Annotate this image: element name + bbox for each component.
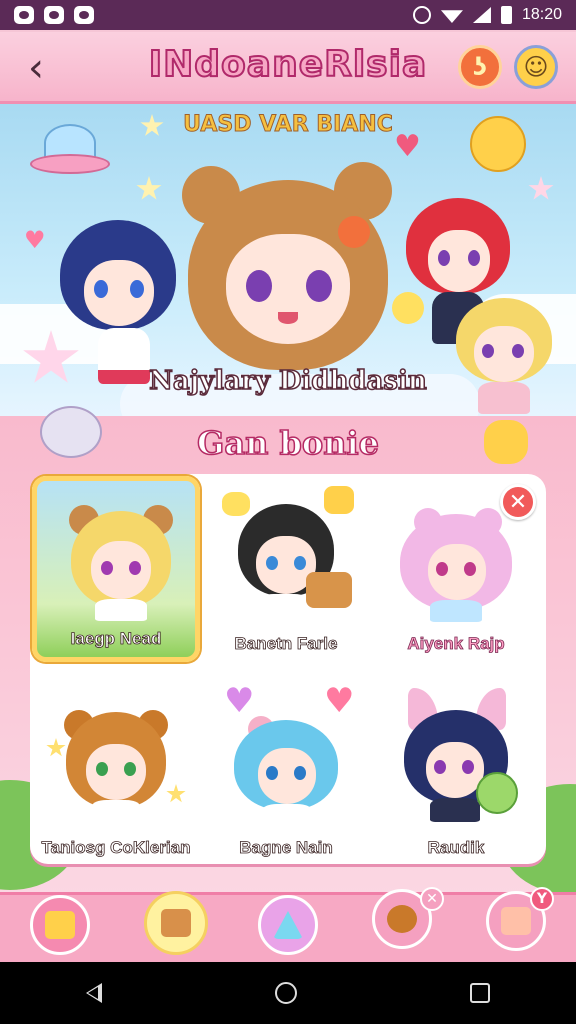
app-header: ‹ INdoaneRlsia ʖ ☺ [0,32,576,104]
status-time: 18:20 [521,6,562,23]
close-icon: ✕ [508,489,528,515]
nav-recents-button[interactable] [469,983,490,1003]
wand-icon [273,911,303,939]
heart-icon: ♥ [24,226,46,254]
featured-character-name: Najylary Didhdasin [148,365,427,397]
basket-icon [306,572,352,608]
close-icon: ✕ [426,891,438,907]
nav-back-button[interactable] [86,983,103,1003]
character-name: Aiyenk Rajp [407,634,505,654]
character-portrait [232,714,340,826]
character-card[interactable]: Raudik [372,680,540,866]
nav-home-button[interactable] [274,982,297,1004]
wifi-icon [440,10,463,23]
character-card[interactable]: Iaegp Nead [32,476,200,662]
character-name: Bagne Nain [239,838,333,858]
character-portrait [67,501,175,621]
featured-character-portrait [178,160,398,370]
heart-icon: ♥ [224,681,255,721]
section-title: Gan bonie [196,423,379,463]
pet-close-button[interactable]: ✕ [420,887,444,911]
message-notification-icon [14,6,34,24]
character-portrait [456,294,556,416]
status-bar: 18:20 [0,0,576,30]
heart-icon: ♥ [394,129,421,164]
character-card[interactable]: Taniosg CoKlerian [32,680,200,866]
game-notification-icon [44,6,64,24]
drink-badge[interactable]: Y [530,887,554,911]
alert-icon: Y [536,891,548,907]
character-name: Iaegp Nead [70,629,162,649]
app-notification-icon [74,6,94,24]
featured-banner[interactable]: UASD VAR BIANC ♥ ♥ Najylary Didhdasin [0,104,576,416]
magic-button[interactable] [258,895,318,955]
character-name: Banetn Farle [234,634,338,654]
character-card[interactable]: Banetn Farle [202,476,370,662]
star-icon [528,176,554,200]
character-name: Taniosg CoKlerian [41,838,191,858]
profile-button[interactable]: ☺ [514,45,558,89]
character-portrait [62,690,170,820]
character-name: Raudik [427,838,485,858]
close-button[interactable]: ✕ [500,484,536,520]
fire-icon: ʖ [473,53,487,81]
smiley-sticker-icon [470,116,526,172]
pet-icon [387,905,417,933]
heart-icon: ♥ [324,681,355,721]
ufo-icon [30,124,110,184]
system-nav-bar [0,962,576,1024]
fire-button[interactable]: ʖ [458,45,502,89]
inventory-button[interactable] [30,895,90,955]
chest-icon [161,909,191,937]
alarm-icon [412,6,431,24]
signal-icon [472,7,491,23]
character-card[interactable]: ♥ ♥ Bagne Nain [202,680,370,866]
chest-button[interactable] [144,891,208,955]
box-icon [45,911,75,939]
battery-icon [500,6,512,24]
star-icon [136,176,162,200]
drink-icon [501,907,531,935]
bottom-toolbar: ✕ Y [0,887,576,962]
character-portrait [400,506,512,622]
fan-icon [476,772,518,814]
smiley-icon: ☺ [523,53,549,81]
